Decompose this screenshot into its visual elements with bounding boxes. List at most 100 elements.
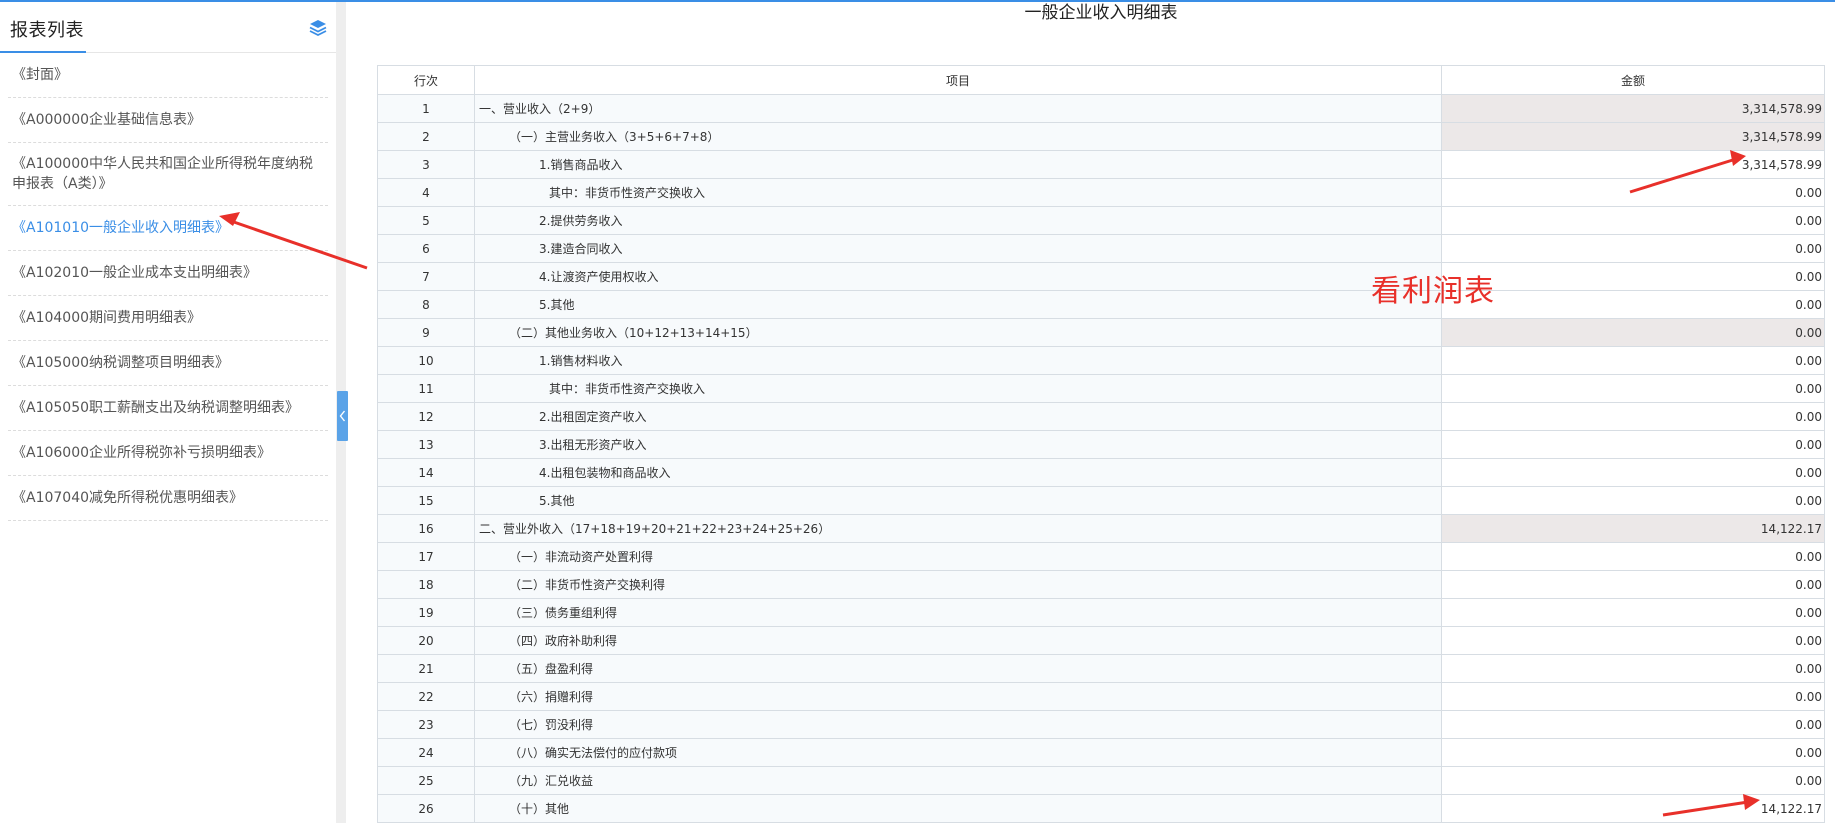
item-name-cell: （七）罚没利得 [474, 710, 1442, 739]
row-number-cell: 5 [377, 206, 475, 235]
sidebar-item-report[interactable]: 《A105000纳税调整项目明细表》 [8, 341, 328, 386]
item-name-text: 2.出租固定资产收入 [539, 410, 647, 424]
row-number-cell: 23 [377, 710, 475, 739]
sidebar-item-report[interactable]: 《A102010一般企业成本支出明细表》 [8, 251, 328, 296]
layers-icon[interactable] [308, 19, 328, 37]
amount-cell[interactable]: 0.00 [1441, 178, 1825, 207]
item-name-cell: （六）捐赠利得 [474, 682, 1442, 711]
item-name-text: （六）捐赠利得 [509, 690, 594, 704]
item-name-text: 4.让渡资产使用权收入 [539, 270, 659, 284]
table-row: 26 （十）其他 14,122.17 [377, 794, 1825, 823]
item-name-cell: 其中：非货币性资产交换收入 [474, 374, 1442, 403]
table-row: 21 （五）盘盈利得 0.00 [377, 654, 1825, 683]
amount-cell[interactable]: 0.00 [1441, 430, 1825, 459]
sidebar-item-report[interactable]: 《A106000企业所得税弥补亏损明细表》 [8, 431, 328, 476]
annotation-text: 看利润表 [1371, 274, 1495, 309]
item-name-text: （二）非货币性资产交换利得 [509, 578, 666, 592]
table-row: 12 2.出租固定资产收入 0.00 [377, 402, 1825, 431]
item-name-cell: 4.让渡资产使用权收入 [474, 262, 1442, 291]
amount-cell: 0.00 [1441, 318, 1825, 347]
sidebar-item-report[interactable]: 《A100000中华人民共和国企业所得税年度纳税申报表（A类）》 [8, 143, 328, 206]
item-name-text: （三）债务重组利得 [509, 606, 618, 620]
item-name-cell: （一）主营业务收入（3+5+6+7+8） [474, 122, 1442, 151]
sidebar-item-report[interactable]: 《封面》 [8, 53, 328, 98]
item-name-text: 其中：非货币性资产交换收入 [549, 186, 706, 200]
amount-cell[interactable]: 0.00 [1441, 710, 1825, 739]
row-number-cell: 14 [377, 458, 475, 487]
amount-cell[interactable]: 0.00 [1441, 626, 1825, 655]
amount-cell[interactable]: 0.00 [1441, 486, 1825, 515]
amount-cell[interactable]: 0.00 [1441, 766, 1825, 795]
row-number-cell: 11 [377, 374, 475, 403]
item-name-cell: 二、营业外收入（17+18+19+20+21+22+23+24+25+26） [474, 514, 1442, 543]
item-name-text: 5.其他 [539, 298, 575, 312]
table-row: 15 5.其他 0.00 [377, 486, 1825, 515]
sidebar-item-report[interactable]: 《A000000企业基础信息表》 [8, 98, 328, 143]
amount-cell[interactable]: 0.00 [1441, 570, 1825, 599]
table-row: 13 3.出租无形资产收入 0.00 [377, 430, 1825, 459]
sidebar-item-report[interactable]: 《A104000期间费用明细表》 [8, 296, 328, 341]
table-row: 8 5.其他 0.00 [377, 290, 1825, 319]
item-name-cell: （三）债务重组利得 [474, 598, 1442, 627]
item-name-text: （一）主营业务收入（3+5+6+7+8） [509, 130, 720, 144]
amount-cell[interactable]: 3,314,578.99 [1441, 150, 1825, 179]
amount-cell[interactable]: 0.00 [1441, 738, 1825, 767]
item-name-text: （十）其他 [509, 802, 570, 816]
table-row: 10 1.销售材料收入 0.00 [377, 346, 1825, 375]
amount-cell[interactable]: 0.00 [1441, 262, 1825, 291]
row-number-cell: 7 [377, 262, 475, 291]
amount-cell[interactable]: 0.00 [1441, 346, 1825, 375]
table-row: 3 1.销售商品收入 3,314,578.99 [377, 150, 1825, 179]
amount-cell[interactable]: 0.00 [1441, 598, 1825, 627]
amount-cell[interactable]: 0.00 [1441, 374, 1825, 403]
row-number-cell: 15 [377, 486, 475, 515]
row-number-cell: 9 [377, 318, 475, 347]
amount-cell[interactable]: 0.00 [1441, 402, 1825, 431]
amount-cell[interactable]: 0.00 [1441, 206, 1825, 235]
item-name-cell: （九）汇兑收益 [474, 766, 1442, 795]
item-name-cell: 2.出租固定资产收入 [474, 402, 1442, 431]
row-number-cell: 1 [377, 94, 475, 123]
amount-cell[interactable]: 0.00 [1441, 682, 1825, 711]
row-number-cell: 24 [377, 738, 475, 767]
table-row: 19 （三）债务重组利得 0.00 [377, 598, 1825, 627]
table-row: 2 （一）主营业务收入（3+5+6+7+8） 3,314,578.99 [377, 122, 1825, 151]
item-name-cell: （十）其他 [474, 794, 1442, 823]
item-name-text: （二）其他业务收入（10+12+13+14+15） [509, 326, 758, 340]
item-name-cell: （二）非货币性资产交换利得 [474, 570, 1442, 599]
table-row: 4 其中：非货币性资产交换收入 0.00 [377, 178, 1825, 207]
amount-cell: 3,314,578.99 [1441, 94, 1825, 123]
row-number-cell: 25 [377, 766, 475, 795]
row-number-cell: 13 [377, 430, 475, 459]
amount-cell[interactable]: 14,122.17 [1441, 794, 1825, 823]
item-name-text: 2.提供劳务收入 [539, 214, 623, 228]
header-row-no: 行次 [377, 65, 475, 95]
amount-cell[interactable]: 0.00 [1441, 654, 1825, 683]
row-number-cell: 6 [377, 234, 475, 263]
page-title: 一般企业收入明细表 [1024, 3, 1178, 23]
report-main: 一般企业收入明细表 行次 项目 金额 1 一、营业收入（2+9） 3,314,578… [346, 2, 1835, 823]
table-row: 6 3.建造合同收入 0.00 [377, 234, 1825, 263]
table-header-row: 行次 项目 金额 [377, 65, 1825, 95]
sidebar-item-report[interactable]: 《A101010一般企业收入明细表》 [8, 206, 328, 251]
item-name-text: （一）非流动资产处置利得 [509, 550, 654, 564]
amount-cell: 14,122.17 [1441, 514, 1825, 543]
amount-cell[interactable]: 0.00 [1441, 290, 1825, 319]
report-sidebar: 报表列表 《封面》 《A000000企业基础信息表》 《A100000中华人民共和国… [0, 2, 336, 823]
item-name-cell: 2.提供劳务收入 [474, 206, 1442, 235]
amount-cell[interactable]: 0.00 [1441, 458, 1825, 487]
item-name-text: 4.出租包装物和商品收入 [539, 466, 671, 480]
amount-cell[interactable]: 0.00 [1441, 234, 1825, 263]
table-row: 14 4.出租包装物和商品收入 0.00 [377, 458, 1825, 487]
sidebar-item-report[interactable]: 《A105050职工薪酬支出及纳税调整明细表》 [8, 386, 328, 431]
table-row: 23 （七）罚没利得 0.00 [377, 710, 1825, 739]
report-list: 《封面》 《A000000企业基础信息表》 《A100000中华人民共和国企业所得税… [0, 53, 336, 521]
item-name-cell: 其中：非货币性资产交换收入 [474, 178, 1442, 207]
table-row: 16 二、营业外收入（17+18+19+20+21+22+23+24+25+26）… [377, 514, 1825, 543]
amount-cell[interactable]: 0.00 [1441, 542, 1825, 571]
sidebar-item-report[interactable]: 《A107040减免所得税优惠明细表》 [8, 476, 328, 521]
row-number-cell: 18 [377, 570, 475, 599]
table-row: 1 一、营业收入（2+9） 3,314,578.99 [377, 94, 1825, 123]
row-number-cell: 19 [377, 598, 475, 627]
income-detail-table: 行次 项目 金额 1 一、营业收入（2+9） 3,314,578.99 2 （一）主营业… [377, 65, 1825, 823]
